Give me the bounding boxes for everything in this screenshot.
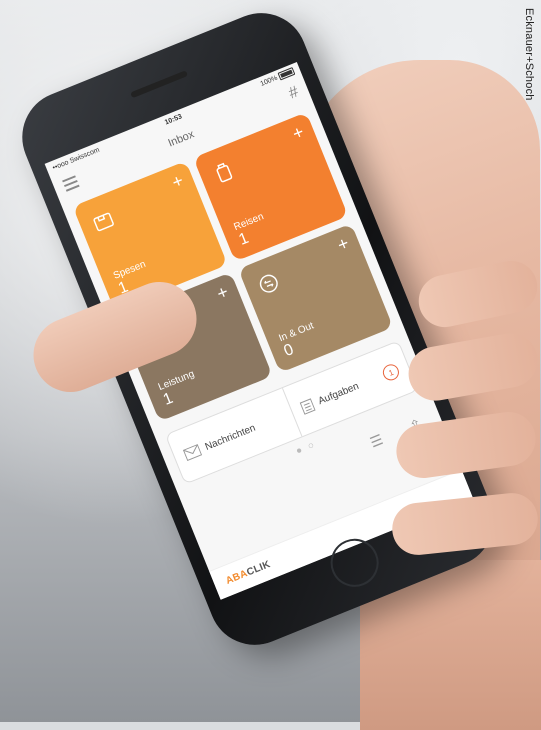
page-title: Inbox bbox=[166, 128, 196, 150]
tile-label: Leistung bbox=[156, 368, 196, 394]
wallet-icon bbox=[93, 212, 114, 232]
list-icon[interactable]: ☰ bbox=[368, 431, 386, 451]
tile-label: Reisen bbox=[232, 211, 266, 234]
tile-count: 0 bbox=[281, 340, 297, 361]
tile-count: 1 bbox=[236, 229, 252, 249]
add-reisen-button[interactable]: + bbox=[289, 121, 307, 144]
add-in-out-button[interactable]: + bbox=[334, 233, 352, 256]
menu-icon[interactable] bbox=[62, 175, 80, 192]
tile-label: In & Out bbox=[277, 320, 316, 345]
clipboard-icon bbox=[299, 398, 316, 415]
phone-speaker bbox=[130, 70, 189, 99]
tile-label: Spesen bbox=[111, 258, 148, 282]
messages-label: Nachrichten bbox=[203, 422, 258, 453]
tasks-label: Aufgaben bbox=[316, 380, 361, 407]
photo-credit: Ecknauer+Schoch bbox=[523, 8, 535, 101]
tile-count: 1 bbox=[160, 389, 176, 409]
brand-logo-part-b: CLIK bbox=[245, 558, 272, 578]
in-out-icon bbox=[259, 274, 278, 293]
add-leistung-button[interactable]: + bbox=[214, 281, 232, 304]
envelope-icon bbox=[182, 443, 203, 462]
luggage-icon bbox=[216, 162, 233, 183]
add-spesen-button[interactable]: + bbox=[169, 170, 187, 193]
hashtag-icon[interactable]: # bbox=[286, 83, 301, 103]
tasks-badge: 1 bbox=[380, 361, 402, 383]
